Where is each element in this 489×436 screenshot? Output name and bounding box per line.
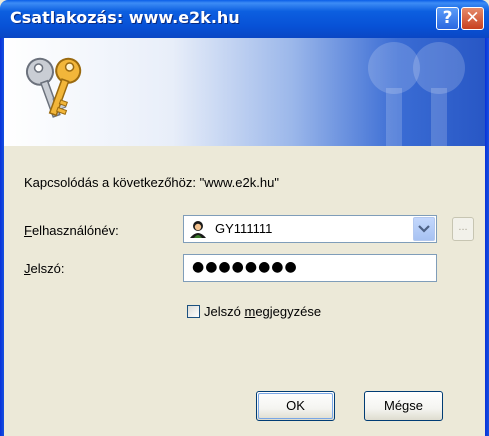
cancel-button[interactable]: Mégse — [364, 391, 443, 421]
title-bar[interactable]: Csatlakozás: www.e2k.hu ? ✕ — [0, 0, 489, 38]
remember-label-after: egjegyzése — [255, 304, 322, 319]
password-label: Jelszó: — [24, 261, 64, 276]
remember-label-before: Jelszó — [204, 304, 245, 319]
window-frame-right — [485, 38, 489, 436]
user-icon — [190, 221, 206, 238]
dialog-banner — [4, 38, 485, 146]
ok-button[interactable]: OK — [256, 391, 335, 421]
help-button[interactable]: ? — [436, 7, 459, 30]
keys-icon — [25, 57, 82, 118]
login-dialog: Csatlakozás: www.e2k.hu ? ✕ Kapcsolódás … — [0, 0, 489, 436]
username-label-hotkey: F — [24, 223, 32, 238]
close-button[interactable]: ✕ — [461, 7, 484, 30]
username-label-text: elhasználónév: — [31, 223, 119, 238]
browse-users-button[interactable]: ... — [452, 217, 474, 241]
username-label: Felhasználónév: — [24, 223, 119, 238]
connect-message: Kapcsolódás a következőhöz: "www.e2k.hu" — [24, 175, 279, 190]
window-title: Csatlakozás: www.e2k.hu — [10, 8, 240, 27]
password-field[interactable]: ●●●●●●●● — [183, 254, 437, 282]
username-value: GY111111 — [215, 221, 273, 236]
checkbox-box[interactable] — [187, 305, 200, 318]
chevron-down-icon — [418, 225, 430, 233]
username-combobox[interactable]: GY111111 — [183, 215, 437, 243]
keys-watermark-icon — [368, 42, 465, 146]
username-dropdown-button[interactable] — [413, 217, 435, 241]
remember-label-hotkey: m — [244, 304, 256, 319]
password-value: ●●●●●●●● — [192, 259, 298, 275]
password-label-text: elszó: — [30, 261, 65, 276]
remember-password-checkbox[interactable]: Jelszó megjegyzése — [187, 304, 321, 319]
